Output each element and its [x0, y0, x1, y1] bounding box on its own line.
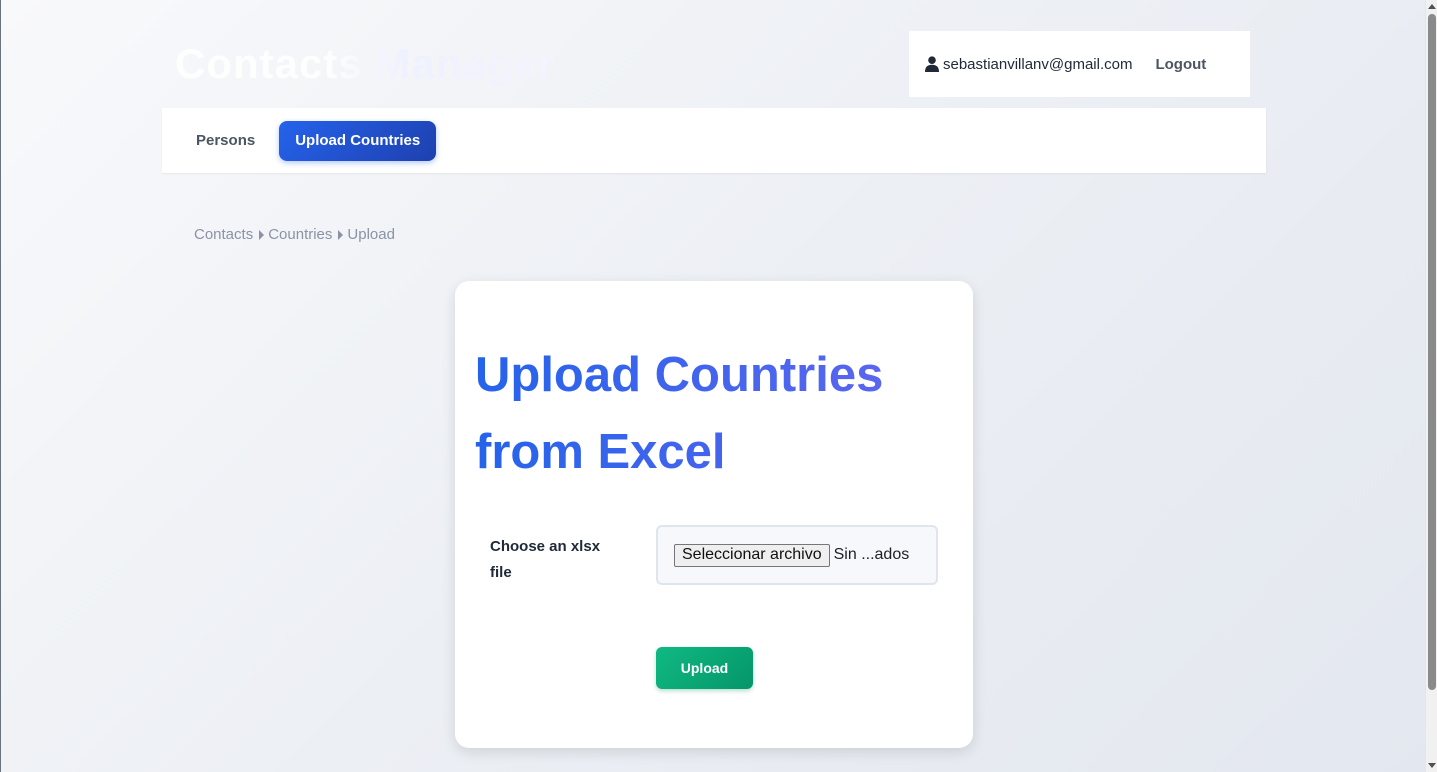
breadcrumb-upload: Upload [347, 226, 395, 243]
breadcrumb: Contacts Countries Upload [194, 226, 395, 243]
logout-button[interactable]: Logout [1155, 56, 1206, 73]
main-nav: Persons Upload Countries [162, 108, 1266, 173]
upload-card: Upload Countries from Excel Choose an xl… [455, 281, 973, 748]
scroll-down-arrow-icon[interactable] [1428, 763, 1436, 768]
breadcrumb-contacts[interactable]: Contacts [194, 226, 253, 243]
window-left-edge [0, 0, 1, 772]
page-title: Upload Countries from Excel [475, 337, 955, 491]
vertical-scrollbar[interactable] [1425, 0, 1437, 772]
caret-right-icon [338, 229, 344, 240]
user-panel: sebastianvillanv@gmail.com Logout [909, 31, 1250, 97]
app-title: Contacts Manager [175, 40, 556, 87]
file-field-label: Choose an xlsx file [490, 538, 601, 581]
scrollbar-thumb[interactable] [1428, 14, 1436, 690]
file-status-text: Sin ...ados [833, 546, 910, 563]
choose-file-button[interactable]: Seleccionar archivo [674, 543, 830, 567]
user-icon [925, 56, 939, 72]
nav-item-persons[interactable]: Persons [180, 121, 271, 161]
user-email: sebastianvillanv@gmail.com [943, 55, 1133, 73]
caret-right-icon [259, 229, 265, 240]
scroll-up-arrow-icon[interactable] [1428, 4, 1436, 9]
breadcrumb-countries[interactable]: Countries [268, 226, 332, 243]
upload-button[interactable]: Upload [656, 647, 753, 689]
file-input[interactable]: Seleccionar archivo Sin ...ados [656, 525, 938, 585]
nav-item-upload-countries[interactable]: Upload Countries [279, 120, 437, 161]
